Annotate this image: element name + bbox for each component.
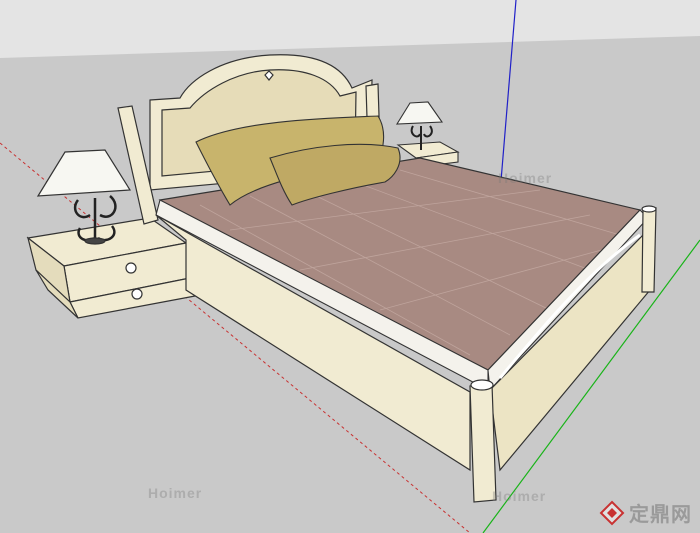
watermark-bottom-left: Hoimer xyxy=(148,485,203,501)
watermark-bottom-mid: Hoimer xyxy=(492,488,547,504)
brand-logo: 定鼎网 xyxy=(599,498,692,527)
right-post[interactable] xyxy=(641,205,657,293)
watermark-top: Hoimer xyxy=(498,170,553,186)
sketchup-viewport[interactable]: Hoimer Hoimer Hoimer 定鼎网 xyxy=(0,0,700,533)
model-scene[interactable] xyxy=(0,0,700,533)
diamond-logo-icon xyxy=(599,500,625,525)
corner-post[interactable] xyxy=(469,379,497,503)
brand-text: 定鼎网 xyxy=(629,502,692,526)
